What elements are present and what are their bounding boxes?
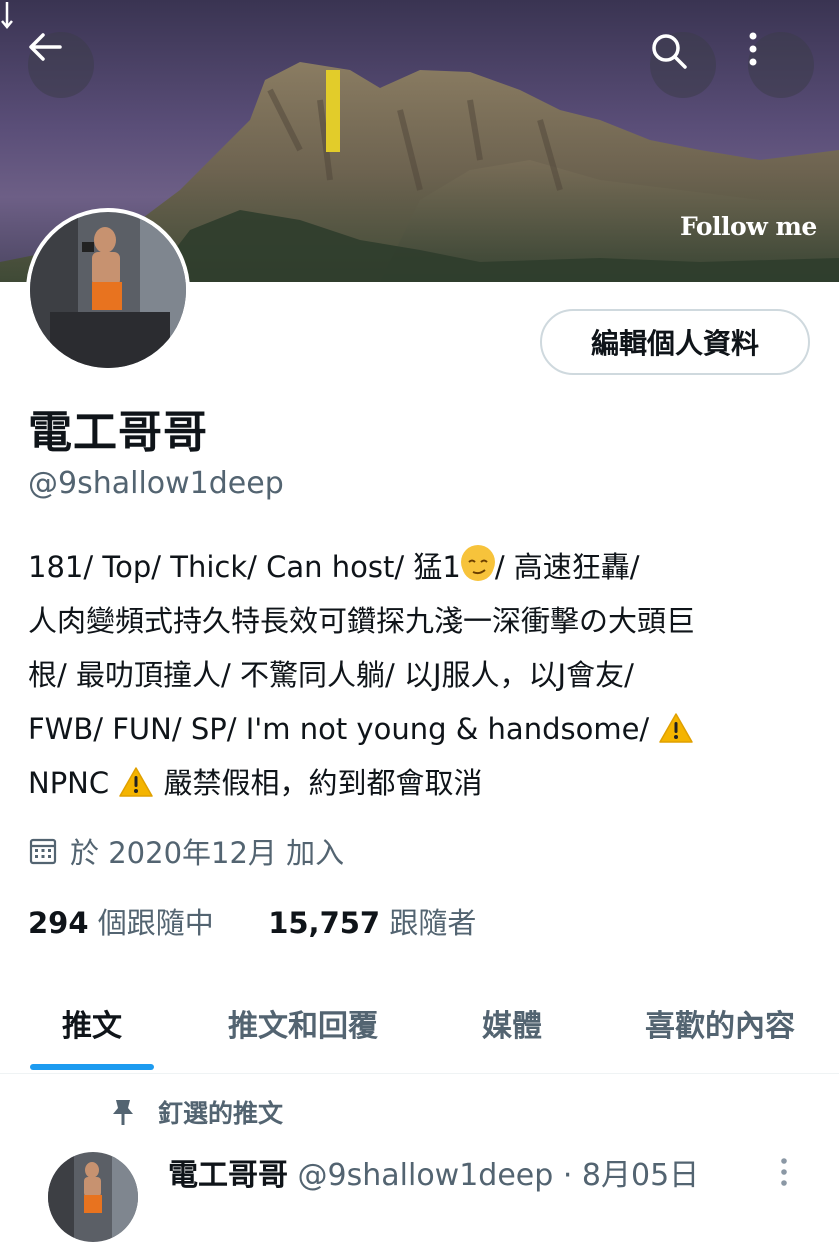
bio-line: 181/ Top/ Thick/ Can host/ 猛1 / 高速狂轟/ [28, 540, 818, 594]
search-button[interactable] [650, 32, 716, 98]
tab-tweets-and-replies[interactable]: 推文和回覆 [190, 990, 416, 1056]
bio-text: 181/ Top/ Thick/ Can host/ 猛1 [28, 550, 461, 584]
bio-text: FWB/ FUN/ SP/ I'm not young & handsome/ [28, 712, 659, 746]
yellow-banner-on-mountain [326, 70, 340, 152]
following-count: 294 [28, 906, 89, 940]
arrow-left-icon [29, 33, 62, 61]
pinned-tweet-label: 釘選的推文 [110, 1094, 283, 1130]
followers-label: 跟隨者 [380, 906, 477, 940]
bio-line: FWB/ FUN/ SP/ I'm not young & handsome/ [28, 702, 818, 756]
bio-line: NPNC 嚴禁假相，約到都會取消 [28, 756, 818, 810]
tweet-header: 電工哥哥 @9shallow1deep · 8月05日 [168, 1150, 699, 1194]
tweet-author-avatar[interactable] [48, 1152, 138, 1242]
avatar-photo [48, 1152, 138, 1242]
bio-text: 嚴禁假相，約到都會取消 [154, 766, 483, 800]
back-button[interactable] [28, 32, 94, 98]
following-link[interactable]: 294 個跟隨中 [28, 906, 214, 940]
banner-follow-text: Follow me [680, 212, 817, 241]
warning-icon [659, 713, 694, 743]
profile-tabs: 推文 推文和回覆 媒體 喜歡的內容 [0, 990, 839, 1070]
joined-date: 於 2020年12月 加入 [28, 830, 344, 872]
tab-media[interactable]: 媒體 [450, 990, 574, 1056]
followers-link[interactable]: 15,757 跟隨者 [268, 906, 476, 940]
search-icon [652, 34, 687, 69]
more-options-button[interactable] [748, 32, 814, 98]
active-tab-indicator [30, 1064, 154, 1070]
smirk-emoji-icon [460, 545, 495, 581]
edit-profile-button[interactable]: 編輯個人資料 [540, 309, 810, 375]
more-vertical-icon [781, 1158, 787, 1186]
tweet-author-name[interactable]: 電工哥哥 [168, 1158, 288, 1193]
profile-avatar[interactable] [26, 208, 190, 372]
bio-line: 根/ 最叻頂撞人/ 不驚同人躺/ 以J服人，以J會友/ [28, 658, 634, 692]
tab-likes[interactable]: 喜歡的內容 [610, 990, 830, 1056]
calendar-icon [29, 838, 57, 865]
bio-text: / 高速狂轟/ [494, 550, 640, 584]
arrow-down-icon [1, 2, 13, 29]
follow-stats: 294 個跟隨中 15,757 跟隨者 [28, 900, 476, 942]
following-label: 個跟隨中 [88, 906, 214, 940]
display-name: 電工哥哥 [28, 407, 208, 458]
bio-text: NPNC [28, 766, 119, 800]
pinned-label-text: 釘選的推文 [158, 1099, 284, 1128]
joined-text: 於 2020年12月 加入 [70, 836, 345, 870]
warning-icon [119, 767, 154, 797]
more-vertical-icon [749, 32, 757, 66]
profile-bio: 181/ Top/ Thick/ Can host/ 猛1 / 高速狂轟/ 人肉… [28, 540, 818, 810]
tabs-divider [0, 1073, 839, 1074]
pin-icon [113, 1100, 133, 1125]
avatar-photo [30, 212, 186, 368]
user-handle: @9shallow1deep [28, 466, 284, 501]
bio-line: 人肉變頻式持久特長效可鑽探九淺一深衝擊の大頭巨 [28, 604, 696, 638]
tweet-author-meta: @9shallow1deep · 8月05日 [288, 1158, 700, 1193]
tab-tweets[interactable]: 推文 [20, 990, 164, 1056]
tweet-more-button[interactable] [780, 1158, 788, 1190]
followers-count: 15,757 [268, 906, 381, 940]
